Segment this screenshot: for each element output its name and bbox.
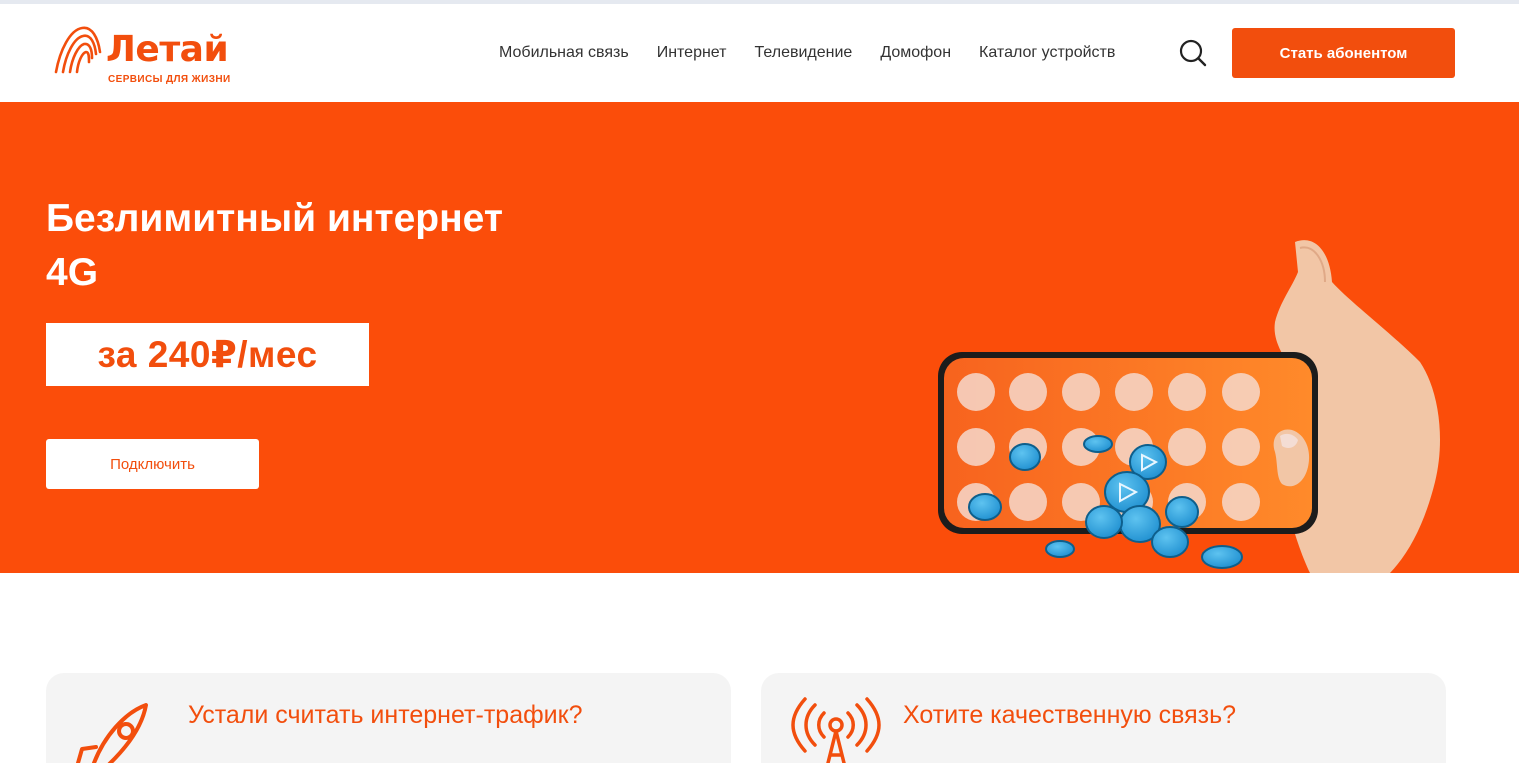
nav-item-intercom[interactable]: Домофон: [880, 44, 951, 62]
feature-card-traffic[interactable]: Устали считать интернет-трафик?: [46, 673, 731, 763]
feature-card-title: Хотите качественную связь?: [903, 701, 1237, 729]
price-badge: за 240₽/мес: [46, 323, 369, 386]
nav-item-catalog[interactable]: Каталог устройств: [979, 44, 1115, 62]
search-button[interactable]: [1178, 38, 1208, 68]
phone-in-hand-illustration: [938, 240, 1440, 573]
feature-card-title: Устали считать интернет-трафик?: [188, 701, 583, 729]
antenna-icon: [791, 697, 881, 763]
hero-title-line1: Безлимитный интернет: [46, 197, 503, 240]
main-nav: Мобильная связь Интернет Телевидение Дом…: [499, 4, 1115, 102]
logo-wordmark: Летай: [106, 29, 229, 70]
nav-item-internet[interactable]: Интернет: [657, 44, 727, 62]
hero-banner: Безлимитный интернет 4G за 240₽/мес Подк…: [0, 102, 1519, 573]
connect-button[interactable]: Подключить: [46, 439, 259, 489]
site-header: Летай СЕРВИСЫ ДЛЯ ЖИЗНИ Мобильная связь …: [0, 4, 1519, 102]
logo-mark-icon: [54, 26, 102, 74]
nav-item-tv[interactable]: Телевидение: [755, 44, 853, 62]
nav-item-mobile[interactable]: Мобильная связь: [499, 44, 629, 62]
logo-tagline: СЕРВИСЫ ДЛЯ ЖИЗНИ: [108, 74, 231, 85]
rocket-icon: [76, 703, 148, 763]
hero-title: Безлимитный интернет 4G: [46, 192, 606, 300]
features-section: Устали считать интернет-трафик? Хотите к…: [0, 573, 1519, 763]
price-text: за 240₽/мес: [97, 334, 318, 375]
hero-title-line2: 4G: [46, 251, 99, 294]
feature-card-quality[interactable]: Хотите качественную связь?: [761, 673, 1446, 763]
search-icon: [1179, 39, 1207, 67]
become-subscriber-button[interactable]: Стать абонентом: [1232, 28, 1455, 78]
logo[interactable]: Летай СЕРВИСЫ ДЛЯ ЖИЗНИ: [52, 22, 242, 92]
